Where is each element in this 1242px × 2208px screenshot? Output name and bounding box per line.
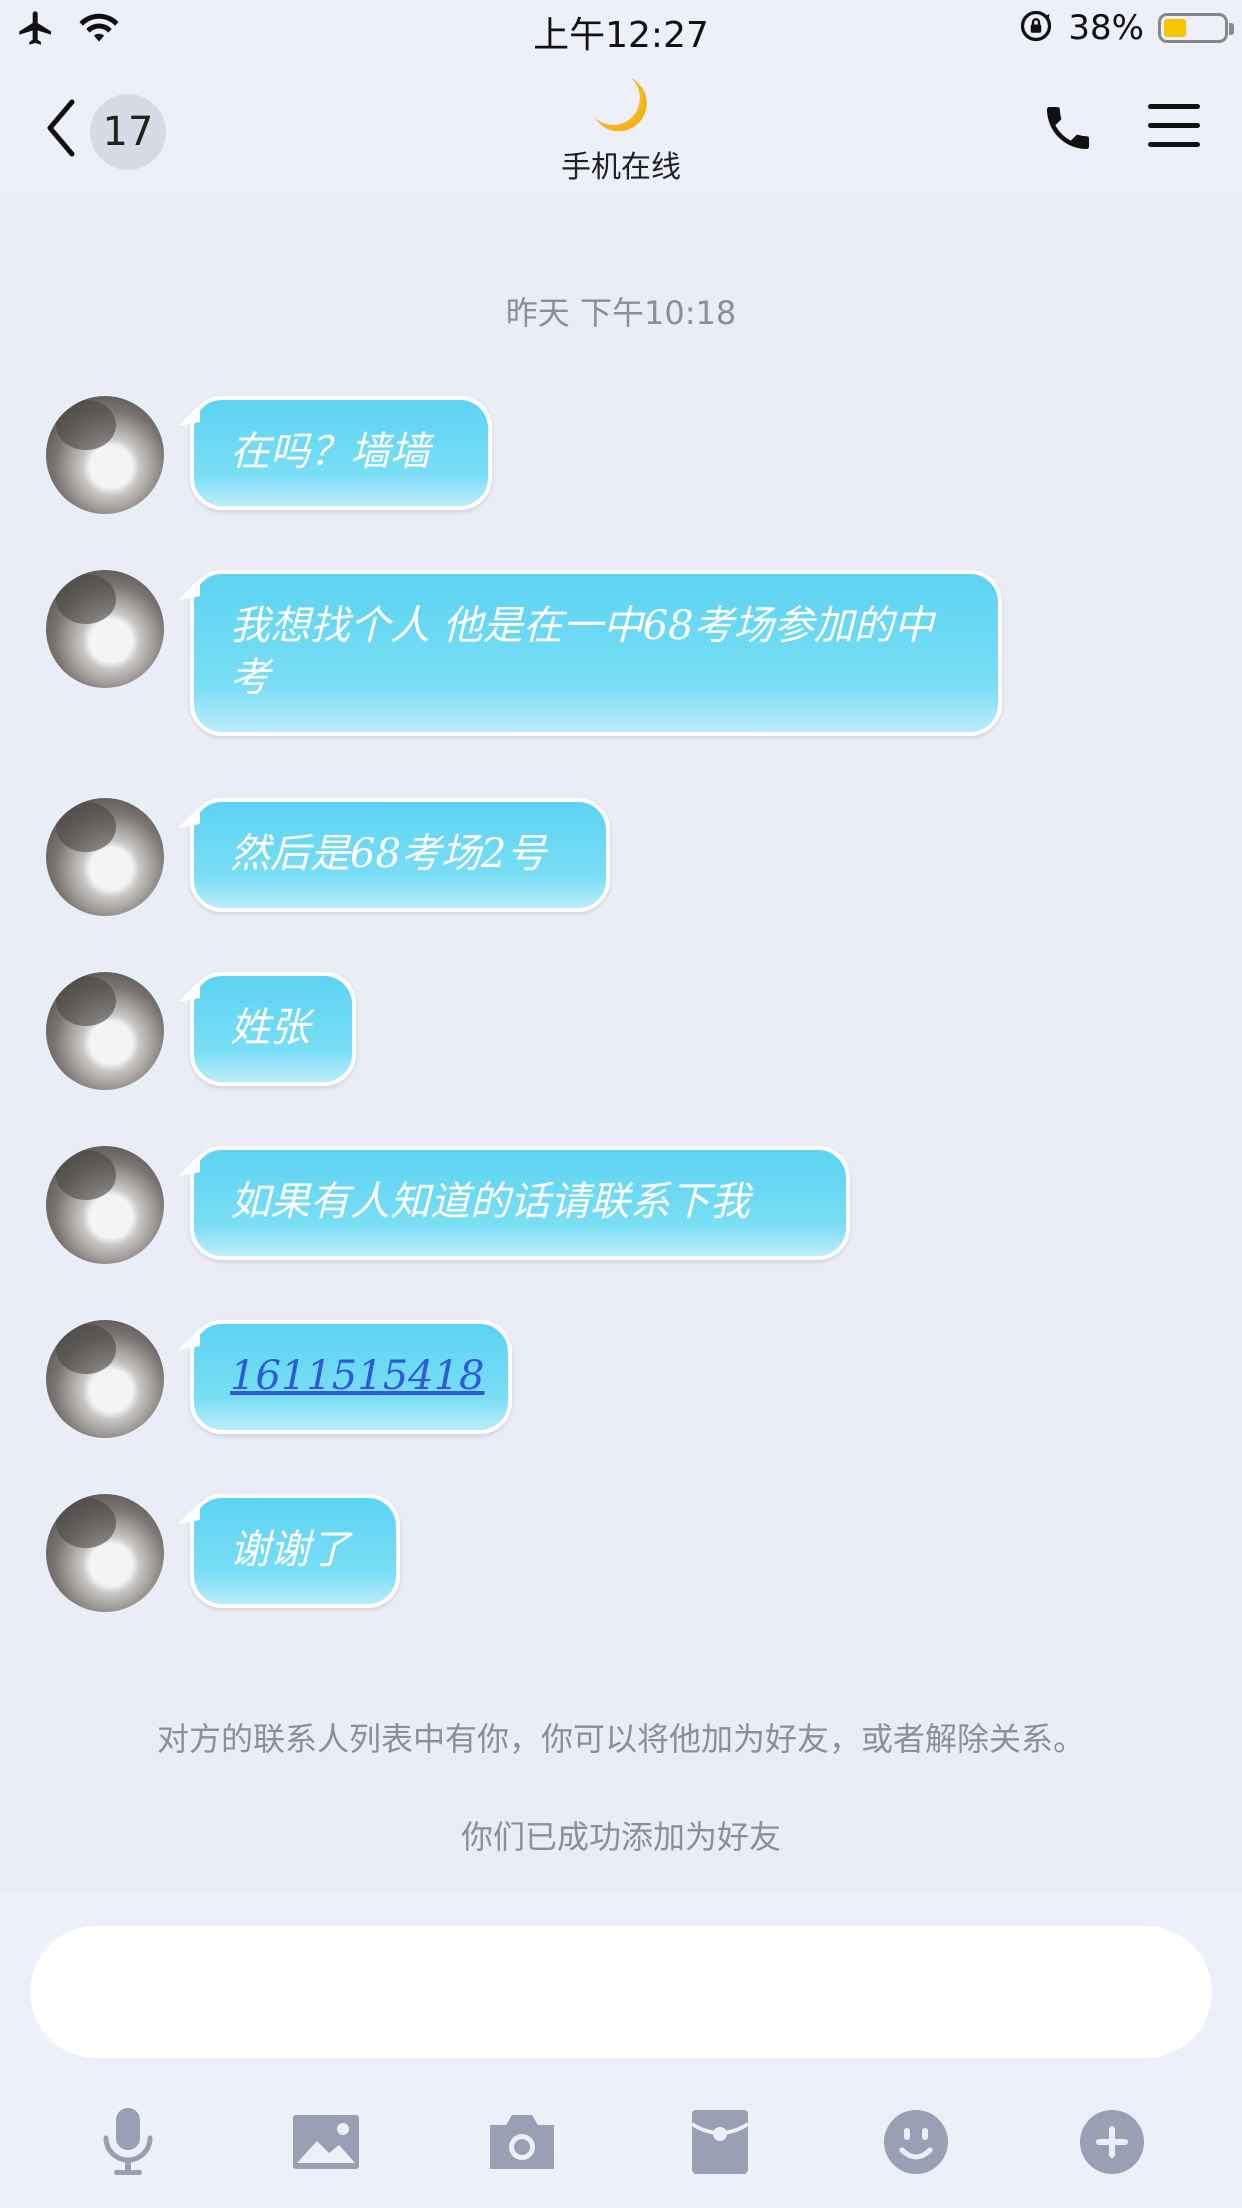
chevron-left-icon xyxy=(44,98,78,162)
avatar[interactable] xyxy=(46,570,164,688)
message-row: 如果有人知道的话请联系下我 xyxy=(46,1146,850,1264)
unread-badge: 17 xyxy=(90,94,166,170)
message-text: 如果有人知道的话请联系下我 xyxy=(230,1179,750,1225)
back-button[interactable]: 17 xyxy=(44,94,174,170)
message-text: 然后是68考场2号 xyxy=(230,831,547,877)
plus-icon xyxy=(1078,2108,1146,2180)
online-status-text: 手机在线 xyxy=(561,150,681,185)
red-packet-button[interactable] xyxy=(680,2104,760,2184)
avatar[interactable] xyxy=(46,396,164,514)
nav-bar: 17 手机在线 xyxy=(0,60,1242,192)
emoji-button[interactable] xyxy=(876,2104,956,2184)
message-bubble[interactable]: 然后是68考场2号 xyxy=(190,798,610,912)
red-packet-icon xyxy=(690,2108,750,2180)
input-toolbar xyxy=(0,2104,1242,2184)
hamburger-menu-icon xyxy=(1146,104,1202,156)
message-bubble[interactable]: 我想找个人 他是在一中68考场参加的中考 xyxy=(190,570,1002,736)
avatar[interactable] xyxy=(46,972,164,1090)
message-row: 在吗？墙墙 xyxy=(46,396,492,514)
image-icon xyxy=(291,2113,361,2175)
menu-button[interactable] xyxy=(1146,100,1202,152)
status-bar: 上午12:27 38% xyxy=(0,0,1242,60)
more-button[interactable] xyxy=(1072,2104,1152,2184)
message-bubble[interactable]: 如果有人知道的话请联系下我 xyxy=(190,1146,850,1260)
avatar[interactable] xyxy=(46,1320,164,1438)
message-timestamp: 昨天 下午10:18 xyxy=(505,294,737,332)
rotation-lock-icon xyxy=(1018,8,1054,48)
microphone-icon xyxy=(98,2106,158,2182)
phone-icon xyxy=(1040,107,1096,160)
message-row: 姓张 xyxy=(46,972,356,1090)
avatar[interactable] xyxy=(46,1494,164,1612)
battery-percent: 38% xyxy=(1068,8,1144,48)
image-button[interactable] xyxy=(286,2104,366,2184)
message-bubble[interactable]: 在吗？墙墙 xyxy=(190,396,492,510)
message-row: 1611515418 xyxy=(46,1320,512,1438)
battery-icon xyxy=(1158,13,1234,43)
message-text: 姓张 xyxy=(230,1005,310,1051)
message-text: 在吗？墙墙 xyxy=(230,429,430,475)
avatar[interactable] xyxy=(46,798,164,916)
message-bubble[interactable]: 1611515418 xyxy=(190,1320,512,1434)
emoji-icon xyxy=(882,2108,950,2180)
voice-button[interactable] xyxy=(88,2104,168,2184)
input-area xyxy=(0,1892,1242,2208)
status-right: 38% xyxy=(1018,8,1234,48)
message-bubble[interactable]: 姓张 xyxy=(190,972,356,1086)
friend-added-notice: 你们已成功添加为好友 xyxy=(460,1818,781,1856)
avatar[interactable] xyxy=(46,1146,164,1264)
moon-icon xyxy=(589,78,653,142)
battery-fill xyxy=(1164,19,1186,37)
message-row: 谢谢了 xyxy=(46,1494,400,1612)
phone-number-link[interactable]: 1611515418 xyxy=(230,1353,485,1399)
message-text: 我想找个人 他是在一中68考场参加的中考 xyxy=(230,603,934,701)
message-row: 我想找个人 他是在一中68考场参加的中考 xyxy=(46,570,1002,736)
camera-button[interactable] xyxy=(482,2104,562,2184)
camera-icon xyxy=(486,2111,558,2177)
message-input[interactable] xyxy=(30,1926,1212,2058)
chat-area[interactable]: 昨天 下午10:18 在吗？墙墙 我想找个人 他是在一中68考场参加的中考 然后… xyxy=(0,192,1242,1892)
phone-call-button[interactable] xyxy=(1040,100,1096,156)
system-notice: 对方的联系人列表中有你，你可以将他加为好友，或者解除关系。 xyxy=(156,1720,1085,1758)
contact-status[interactable]: 手机在线 xyxy=(421,74,821,186)
message-row: 然后是68考场2号 xyxy=(46,798,610,916)
message-text: 谢谢了 xyxy=(230,1527,350,1573)
message-bubble[interactable]: 谢谢了 xyxy=(190,1494,400,1608)
